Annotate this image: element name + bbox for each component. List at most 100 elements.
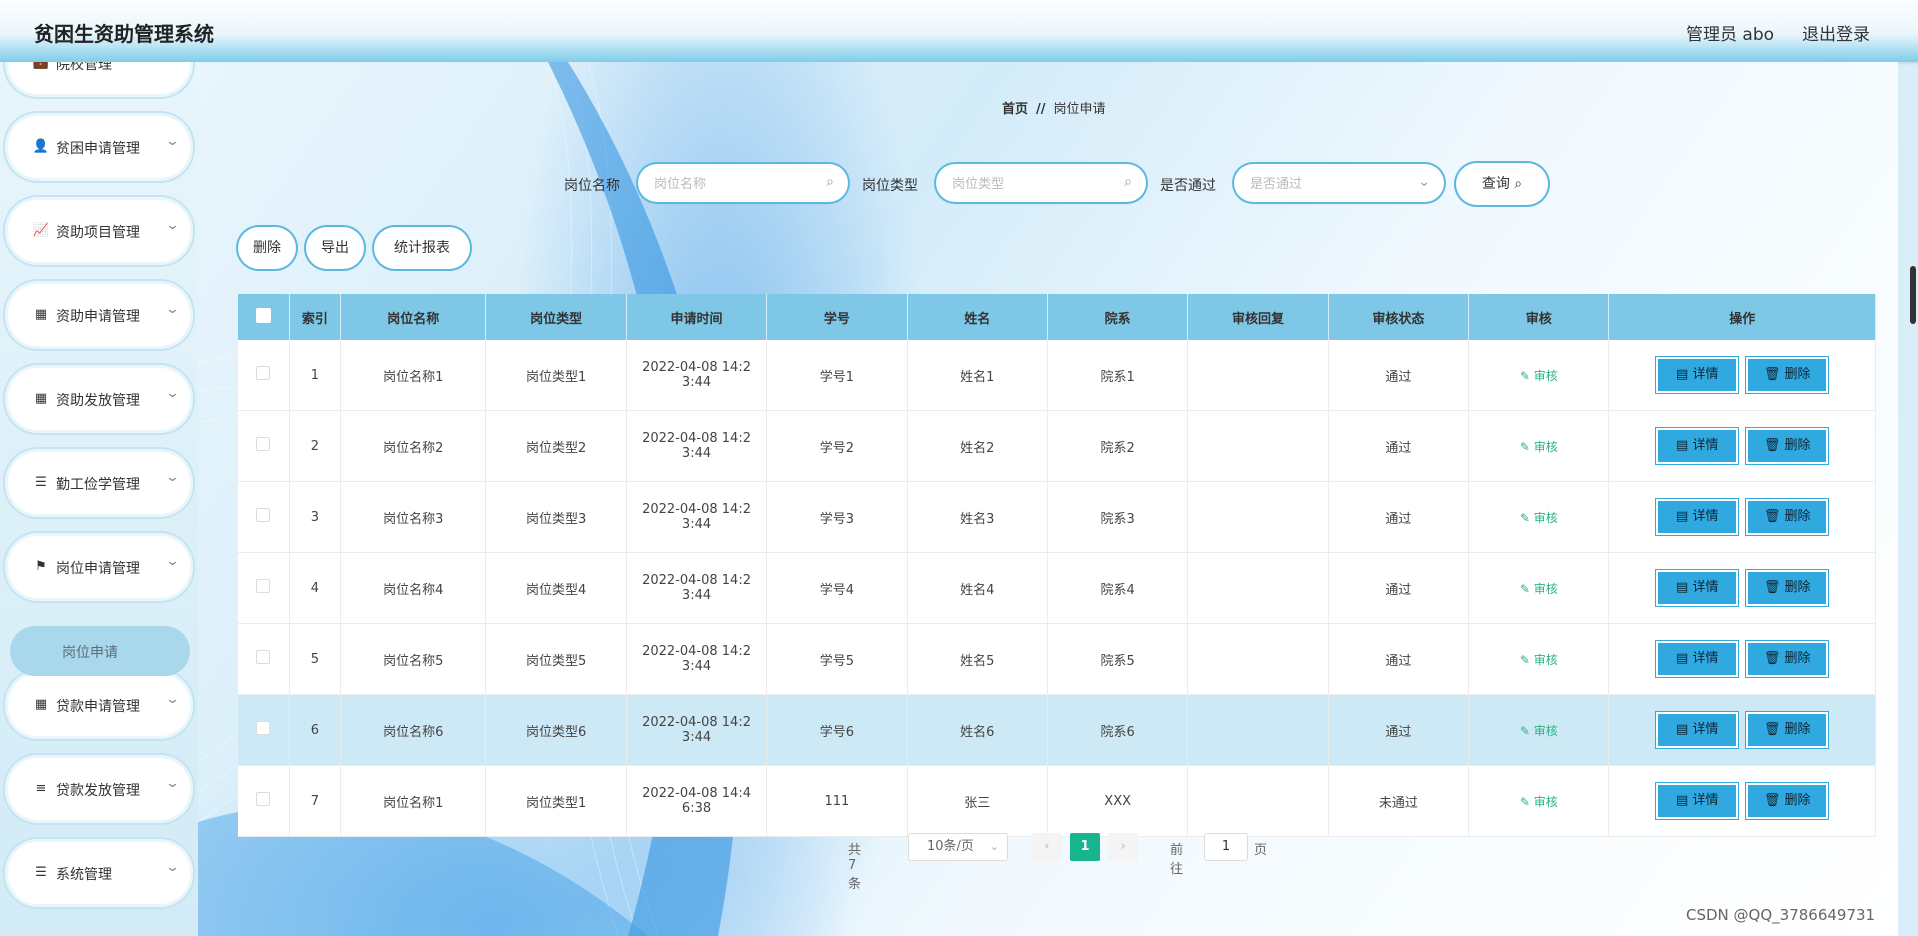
apply-time-line2: 6:38 xyxy=(681,801,712,816)
row-checkbox[interactable] xyxy=(256,650,271,664)
column-header: 审核回复 xyxy=(1187,294,1329,340)
cell-actions: ▤ 详情 🗑 删除 xyxy=(1608,623,1876,695)
row-checkbox[interactable] xyxy=(256,437,271,451)
row-delete-button[interactable]: 🗑 删除 xyxy=(1748,501,1827,533)
cell-apply-time: 2022-04-08 14:4 6:38 xyxy=(626,765,768,837)
job-type-search[interactable]: ⌕ xyxy=(938,166,1144,200)
select-all-checkbox[interactable] xyxy=(255,307,271,323)
top-bar: 贫困生资助管理系统 管理员 abo 退出登录 xyxy=(0,0,1918,62)
passed-select-input[interactable] xyxy=(1248,173,1402,195)
table-row[interactable]: 7 岗位名称1 岗位类型1 2022-04-08 14:4 6:38 111 张三 XXX 未通… xyxy=(238,765,1876,837)
audit-link[interactable]: ✎ 审核 xyxy=(1520,369,1558,383)
sidebar-item-6[interactable]: ⚑ 岗位申请管理 ⌄ xyxy=(8,536,190,598)
audit-link-label: 审核 xyxy=(1533,723,1558,738)
cell-audit: ✎ 审核 xyxy=(1468,340,1610,411)
cell-audit-status: 通过 xyxy=(1328,552,1470,624)
detail-button-label: 详情 xyxy=(1692,651,1719,666)
sidebar-item-3[interactable]: ▦ 资助申请管理 ⌄ xyxy=(8,284,190,346)
table-row[interactable]: 4 岗位名称4 岗位类型4 2022-04-08 14:2 3:44 学号4 姓名4 院系4 通… xyxy=(238,552,1876,624)
table-row[interactable]: 6 岗位名称6 岗位类型6 2022-04-08 14:2 3:44 学号6 姓名6 院系6 通… xyxy=(238,694,1876,766)
query-button[interactable]: 查询 ⌕ xyxy=(1458,165,1546,203)
detail-button[interactable]: ▤ 详情 xyxy=(1658,430,1737,462)
sidebar-item-0[interactable]: 💼 院校管理 ⌄ xyxy=(8,62,190,94)
table-row[interactable]: 2 岗位名称2 岗位类型2 2022-04-08 14:2 3:44 学号2 姓名2 院系2 通… xyxy=(238,410,1876,482)
document-icon: ▤ xyxy=(1676,509,1689,524)
prev-page-button[interactable]: ‹ xyxy=(1032,833,1062,861)
breadcrumb-home[interactable]: 首页 xyxy=(1002,102,1028,117)
sidebar-item-1[interactable]: 👤 贫困申请管理 ⌄ xyxy=(8,116,190,178)
cell-audit-reply xyxy=(1187,552,1329,624)
page-size-select[interactable]: 10条/页 ⌄ xyxy=(908,833,1008,861)
row-select-cell xyxy=(238,340,290,411)
apply-time-line1: 2022-04-08 14:2 xyxy=(642,360,751,375)
table-row[interactable]: 1 岗位名称1 岗位类型1 2022-04-08 14:2 3:44 学号1 姓名1 院系1 通… xyxy=(238,340,1876,411)
table-row[interactable]: 3 岗位名称3 岗位类型3 2022-04-08 14:2 3:44 学号3 姓名3 院系3 通… xyxy=(238,481,1876,553)
cell-audit-reply xyxy=(1187,410,1329,482)
audit-link[interactable]: ✎ 审核 xyxy=(1520,653,1558,667)
detail-button[interactable]: ▤ 详情 xyxy=(1658,643,1737,675)
sidebar-item-label: 勤工俭学管理 xyxy=(56,477,140,493)
detail-button[interactable]: ▤ 详情 xyxy=(1658,501,1737,533)
row-delete-button[interactable]: 🗑 删除 xyxy=(1748,359,1827,391)
cell-audit-status: 通过 xyxy=(1328,410,1470,482)
row-delete-button-label: 删除 xyxy=(1784,580,1811,595)
audit-link[interactable]: ✎ 审核 xyxy=(1520,440,1558,454)
passed-label: 是否通过 xyxy=(1160,178,1216,194)
cell-apply-time: 2022-04-08 14:2 3:44 xyxy=(626,552,768,624)
audit-link[interactable]: ✎ 审核 xyxy=(1520,582,1558,596)
sidebar-item-8[interactable]: ≡ 贷款发放管理 ⌄ xyxy=(8,758,190,820)
cell-job-type: 岗位类型3 xyxy=(485,481,627,553)
sidebar-item-5[interactable]: ☰ 勤工俭学管理 ⌄ xyxy=(8,452,190,514)
row-checkbox[interactable] xyxy=(256,508,271,522)
scrollbar-thumb[interactable] xyxy=(1910,266,1916,324)
detail-button[interactable]: ▤ 详情 xyxy=(1658,714,1737,746)
next-page-button[interactable]: › xyxy=(1108,833,1138,861)
statistics-report-button[interactable]: 统计报表 xyxy=(376,229,468,267)
logout-link[interactable]: 退出登录 xyxy=(1802,20,1870,45)
table-row[interactable]: 5 岗位名称5 岗位类型5 2022-04-08 14:2 3:44 学号5 姓名5 院系5 通… xyxy=(238,623,1876,695)
goto-page-input[interactable]: 1 xyxy=(1204,833,1248,861)
row-delete-button[interactable]: 🗑 删除 xyxy=(1748,430,1827,462)
audit-link[interactable]: ✎ 审核 xyxy=(1520,795,1558,809)
row-select-cell xyxy=(238,552,290,624)
sidebar-item-9[interactable]: ☰ 系统管理 ⌄ xyxy=(8,842,190,904)
audit-link[interactable]: ✎ 审核 xyxy=(1520,724,1558,738)
cell-job-name: 岗位名称1 xyxy=(340,765,487,837)
cell-index: 6 xyxy=(289,694,341,766)
job-name-search[interactable]: ⌕ xyxy=(640,166,846,200)
row-checkbox[interactable] xyxy=(256,721,271,735)
batch-delete-button[interactable]: 删除 xyxy=(240,229,294,267)
cell-actions: ▤ 详情 🗑 删除 xyxy=(1608,410,1876,482)
cell-department: XXX xyxy=(1047,765,1189,837)
cell-job-name: 岗位名称5 xyxy=(340,623,487,695)
sidebar-item-2[interactable]: 📈 资助项目管理 ⌄ xyxy=(8,200,190,262)
column-header: 索引 xyxy=(289,294,341,340)
cell-audit-status: 通过 xyxy=(1328,340,1470,411)
job-name-input[interactable] xyxy=(652,173,806,195)
row-delete-button[interactable]: 🗑 删除 xyxy=(1748,714,1827,746)
cell-audit-reply xyxy=(1187,694,1329,766)
export-button[interactable]: 导出 xyxy=(308,229,362,267)
current-page-button[interactable]: 1 xyxy=(1070,833,1100,861)
row-checkbox[interactable] xyxy=(256,579,271,593)
sidebar-item-7[interactable]: ▦ 贷款申请管理 ⌄ xyxy=(8,674,190,736)
select-all-header xyxy=(238,294,290,340)
row-delete-button[interactable]: 🗑 删除 xyxy=(1748,643,1827,675)
row-checkbox[interactable] xyxy=(256,366,271,380)
job-type-input[interactable] xyxy=(950,173,1104,195)
row-delete-button[interactable]: 🗑 删除 xyxy=(1748,572,1827,604)
cell-audit: ✎ 审核 xyxy=(1468,694,1610,766)
sidebar-item-4[interactable]: ▦ 资助发放管理 ⌄ xyxy=(8,368,190,430)
search-icon: ⌕ xyxy=(826,174,834,190)
briefcase-icon: 💼 xyxy=(32,62,50,70)
audit-link[interactable]: ✎ 审核 xyxy=(1520,511,1558,525)
document-icon: ▤ xyxy=(1676,722,1689,737)
detail-button[interactable]: ▤ 详情 xyxy=(1658,572,1737,604)
row-checkbox[interactable] xyxy=(256,792,271,806)
sidebar-subitem-job-application[interactable]: 岗位申请 xyxy=(10,626,190,676)
row-delete-button[interactable]: 🗑 删除 xyxy=(1748,785,1827,817)
detail-button[interactable]: ▤ 详情 xyxy=(1658,359,1737,391)
detail-button[interactable]: ▤ 详情 xyxy=(1658,785,1737,817)
cell-job-type: 岗位类型2 xyxy=(485,410,627,482)
passed-select[interactable]: ⌄ xyxy=(1236,166,1442,200)
